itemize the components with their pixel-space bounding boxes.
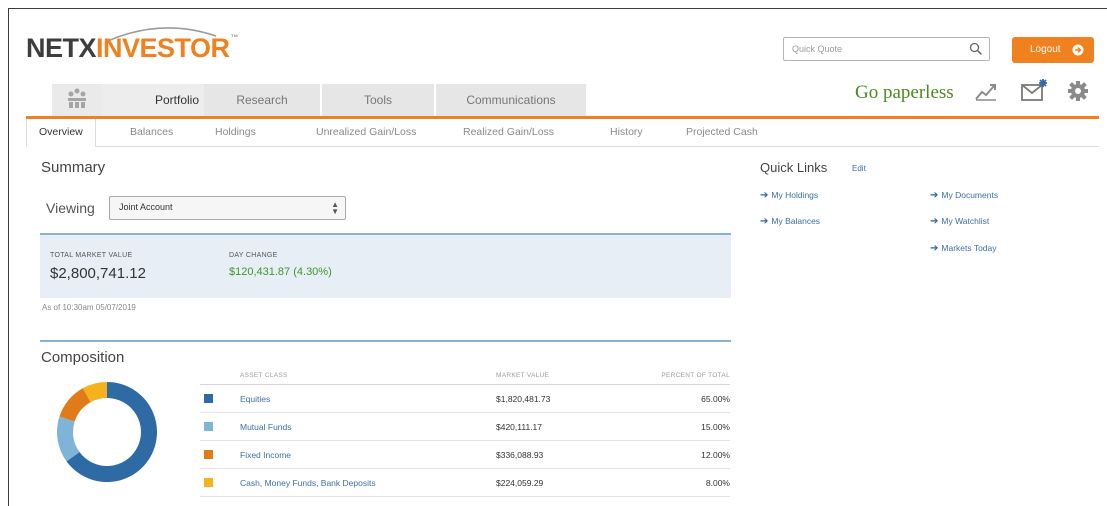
tab-tools-label: Tools: [363, 93, 392, 107]
subtab-realized[interactable]: Realized Gain/Loss: [463, 119, 554, 146]
day-change-value: $120,431.87 (4.30%): [229, 266, 332, 278]
legend-swatch: [204, 394, 213, 403]
search-icon[interactable]: [969, 42, 983, 56]
tab-account-icon[interactable]: [52, 84, 102, 116]
quick-quote-search[interactable]: [783, 37, 990, 61]
logout-button[interactable]: Logout: [1012, 37, 1094, 63]
percent-cell: 65.00%: [701, 394, 730, 404]
table-row: Cash, Money Funds, Bank Deposits $224,05…: [200, 469, 730, 497]
quick-link-my-documents[interactable]: ➔ My Documents: [930, 190, 998, 201]
total-market-value-label: TOTAL MARKET VALUE: [50, 252, 133, 259]
arrow-right-icon: ➔: [760, 190, 769, 201]
subtab-overview[interactable]: Overview: [26, 119, 96, 147]
asset-class-link[interactable]: Cash, Money Funds, Bank Deposits: [240, 478, 376, 488]
quick-link-my-holdings[interactable]: ➔ My Holdings: [760, 190, 818, 201]
go-paperless-link[interactable]: Go paperless: [855, 82, 954, 104]
quick-link-markets-today[interactable]: ➔ Markets Today: [930, 243, 997, 254]
total-market-value: $2,800,741.12: [50, 265, 146, 282]
tab-portfolio-label: Portfolio: [154, 93, 200, 107]
market-value-cell: $420,111.17: [496, 422, 543, 432]
quick-links-heading: Quick Links: [760, 160, 828, 175]
subtab-projected-cash[interactable]: Projected Cash: [686, 119, 758, 146]
logout-arrow-icon: [1072, 44, 1084, 56]
quick-link-label: My Documents: [941, 190, 999, 200]
arrow-right-icon: ➔: [930, 243, 939, 254]
composition-heading: Composition: [41, 349, 125, 366]
quick-link-label: My Holdings: [771, 190, 819, 200]
subtab-history[interactable]: History: [610, 119, 643, 146]
trademark-mark: ™: [230, 33, 239, 42]
select-arrows-icon: ▲ ▼: [331, 200, 339, 216]
composition-table: ASSET CLASS MARKET VALUE PERCENT OF TOTA…: [200, 368, 730, 497]
account-tree-icon: [68, 88, 86, 108]
summary-heading: Summary: [41, 159, 106, 176]
header-percent: PERCENT OF TOTAL: [661, 372, 730, 379]
quick-link-label: My Balances: [771, 216, 821, 226]
asset-class-link[interactable]: Fixed Income: [240, 450, 291, 460]
tab-communications[interactable]: Communications: [436, 84, 586, 116]
legend-swatch: [204, 450, 213, 459]
gear-icon[interactable]: [1067, 80, 1089, 102]
viewing-label: Viewing: [46, 200, 95, 216]
netx-investor-logo[interactable]: NETXINVESTOR™: [26, 33, 239, 64]
logout-label: Logout: [1030, 44, 1061, 55]
header-asset-class: ASSET CLASS: [240, 372, 288, 379]
percent-cell: 15.00%: [701, 422, 730, 432]
tab-research-label: Research: [236, 93, 288, 107]
as-of-timestamp: As of 10:30am 05/07/2019: [42, 303, 136, 312]
account-select[interactable]: Joint Account ▲ ▼: [109, 196, 346, 220]
asset-class-link[interactable]: Equities: [240, 394, 270, 404]
subtab-unrealized[interactable]: Unrealized Gain/Loss: [316, 119, 416, 146]
asset-class-link[interactable]: Mutual Funds: [240, 422, 292, 432]
percent-cell: 8.00%: [705, 478, 730, 488]
quick-link-label: My Watchlist: [941, 216, 990, 226]
account-select-value: Joint Account: [119, 202, 173, 212]
summary-values-panel: TOTAL MARKET VALUE $2,800,741.12 DAY CHA…: [40, 233, 731, 298]
composition-divider: [40, 340, 731, 342]
market-value-cell: $224,059.29: [496, 478, 544, 488]
sub-tabs: Overview Balances Holdings Unrealized Ga…: [26, 119, 1099, 147]
table-row: Fixed Income $336,088.93 12.00%: [200, 441, 730, 469]
legend-swatch: [204, 422, 213, 431]
chart-trend-icon[interactable]: [974, 80, 998, 102]
arrow-right-icon: ➔: [930, 190, 939, 201]
tab-tools[interactable]: Tools: [322, 84, 434, 116]
legend-swatch: [204, 478, 213, 487]
logo-netx-text: NETX: [26, 33, 97, 63]
table-row: Equities $1,820,481.73 65.00%: [200, 385, 730, 413]
quick-link-my-watchlist[interactable]: ➔ My Watchlist: [930, 216, 989, 227]
table-row: Mutual Funds $420,111.17 15.00%: [200, 413, 730, 441]
composition-donut-chart[interactable]: [54, 379, 160, 485]
percent-cell: 12.00%: [701, 450, 730, 460]
market-value-cell: $1,820,481.73: [496, 394, 551, 404]
composition-table-header: ASSET CLASS MARKET VALUE PERCENT OF TOTA…: [200, 368, 730, 385]
subtab-holdings[interactable]: Holdings: [215, 119, 256, 146]
new-message-icon[interactable]: [1020, 77, 1050, 103]
arrow-right-icon: ➔: [930, 216, 939, 227]
market-value-cell: $336,088.93: [496, 450, 544, 460]
tab-research[interactable]: Research: [204, 84, 320, 116]
quick-link-label: Markets Today: [941, 243, 997, 253]
quick-links-edit-link[interactable]: Edit: [852, 164, 866, 173]
quick-quote-input[interactable]: [792, 42, 962, 56]
logo-investor-text: INVESTOR: [96, 33, 230, 63]
arrow-right-icon: ➔: [760, 216, 769, 227]
day-change-label: DAY CHANGE: [229, 252, 278, 259]
header-market-value: MARKET VALUE: [496, 372, 550, 379]
tab-communications-label: Communications: [466, 93, 556, 107]
quick-link-my-balances[interactable]: ➔ My Balances: [760, 216, 820, 227]
subtab-balances[interactable]: Balances: [130, 119, 173, 146]
